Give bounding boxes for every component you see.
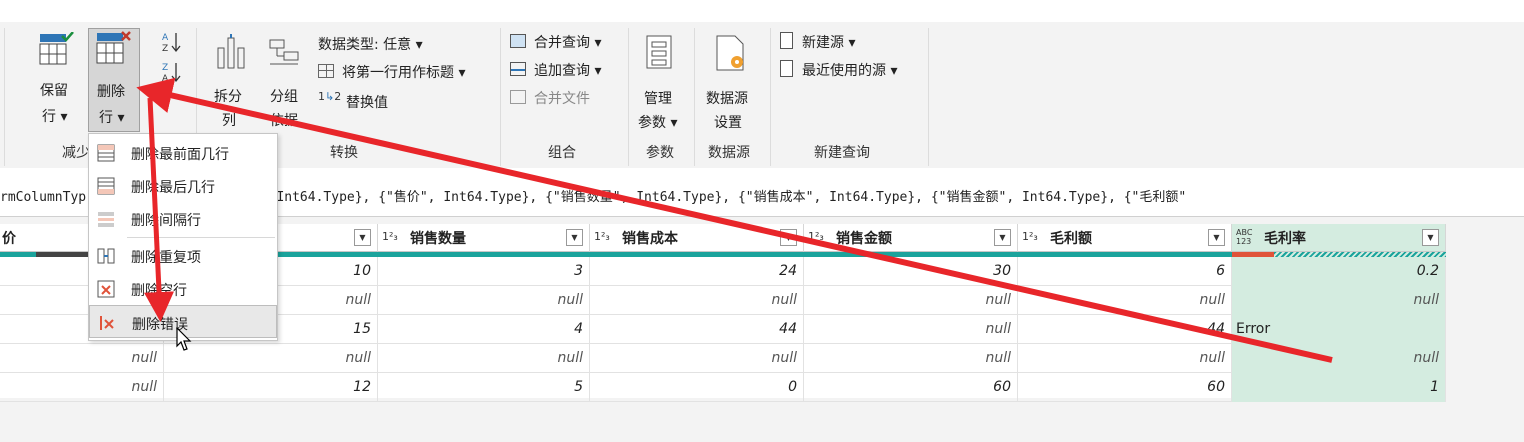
annotation-arrow-to-remove-rows [136,77,1333,363]
annotation-arrow-to-remove-errors [144,97,175,322]
annotation-arrows [136,77,1333,363]
